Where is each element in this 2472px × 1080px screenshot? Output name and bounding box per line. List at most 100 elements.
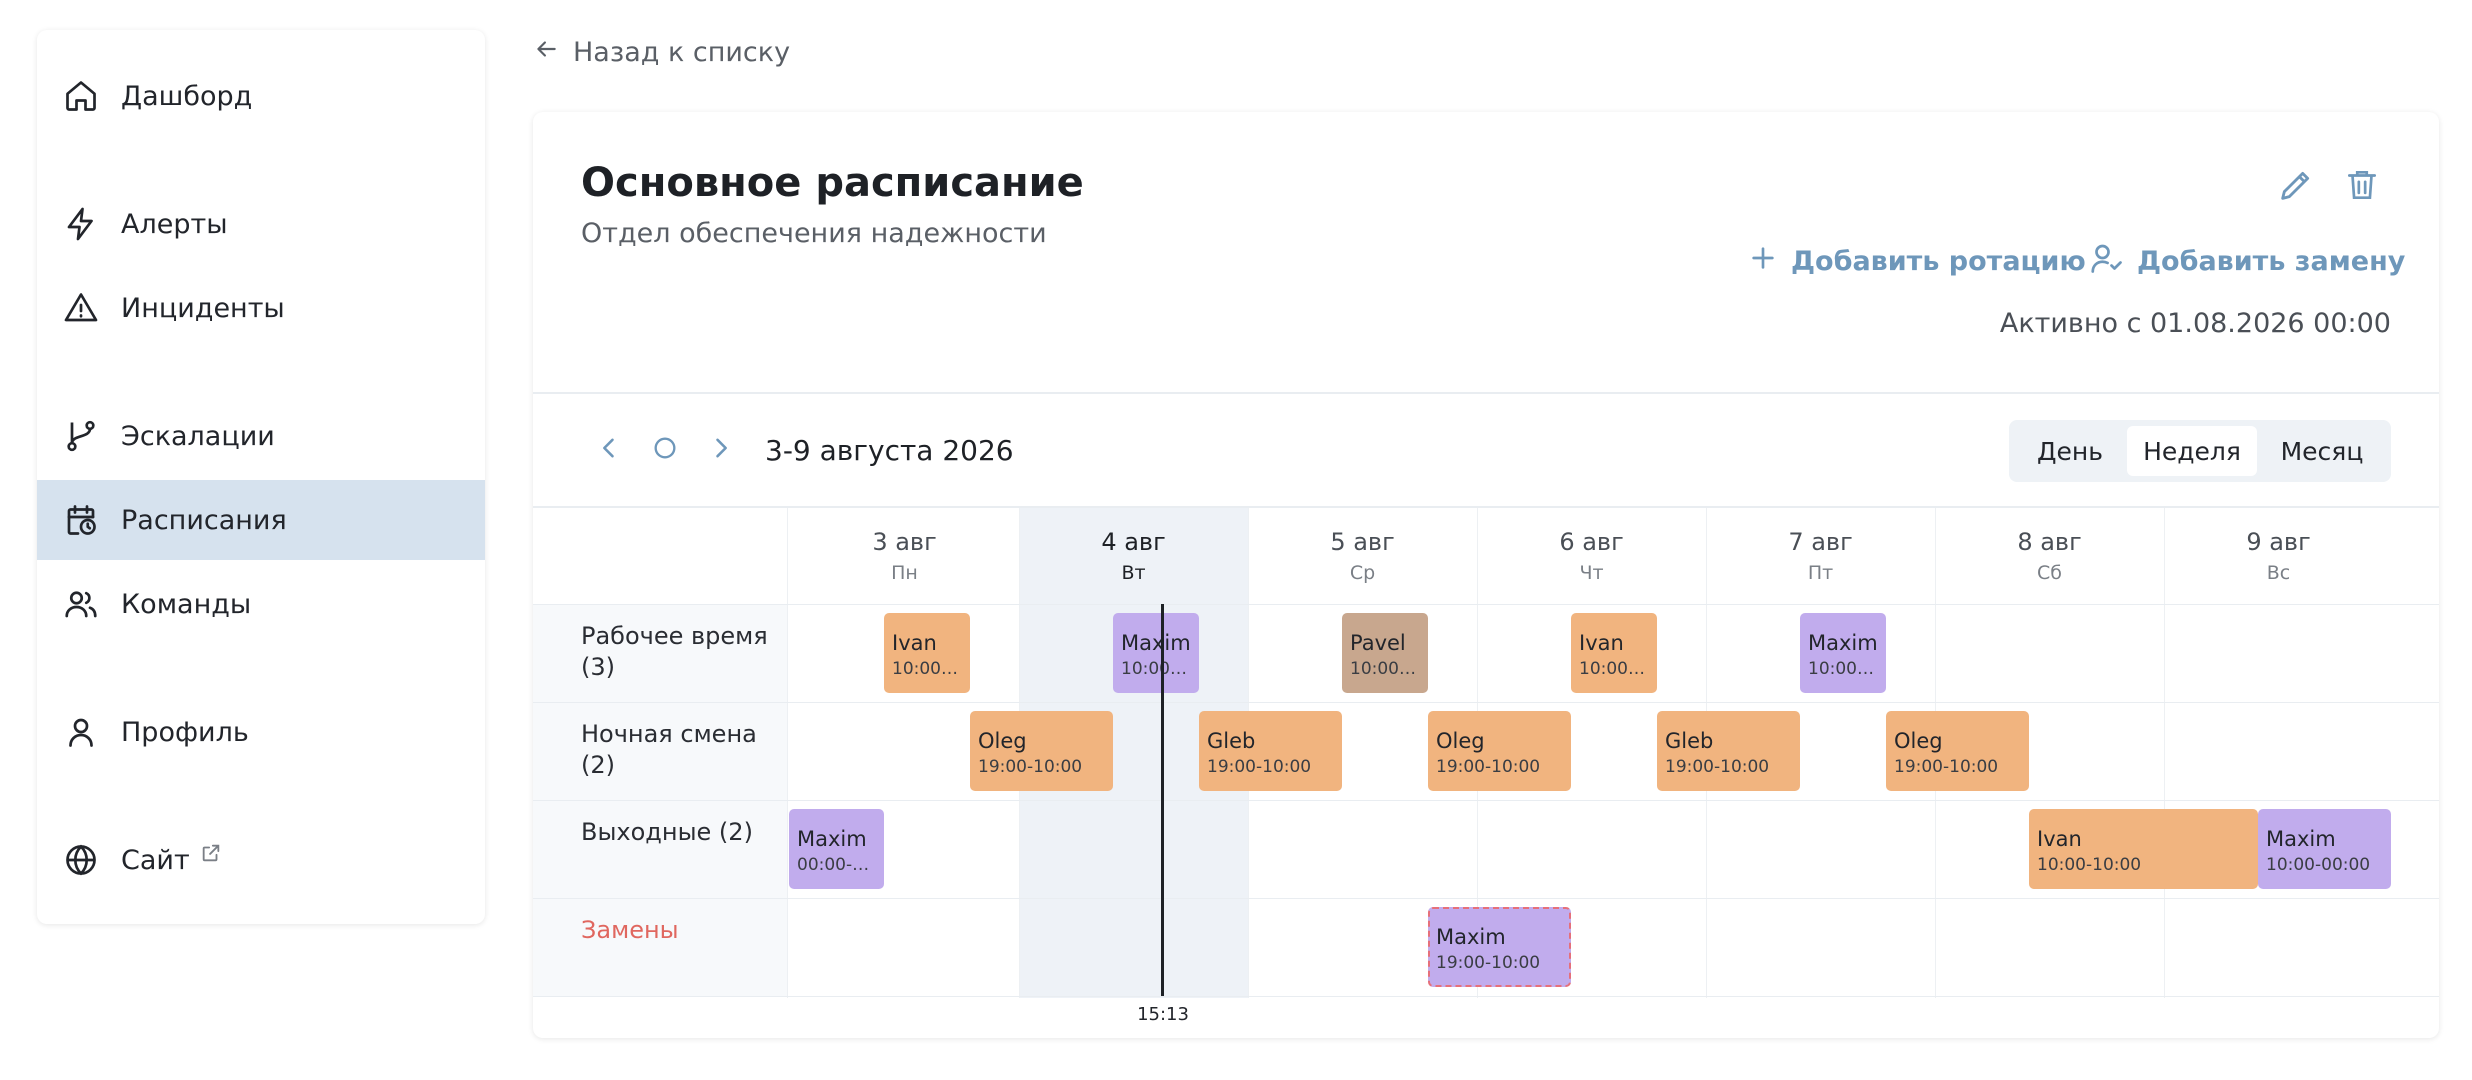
- day-header-today: 4 авг Вт: [1019, 528, 1248, 584]
- day-date: 6 авг: [1559, 528, 1624, 556]
- day-header: 3 авг Пн: [790, 528, 1019, 584]
- shift-person: Oleg: [1436, 729, 1485, 753]
- grid-line: [533, 898, 2439, 899]
- shift-person: Gleb: [1207, 729, 1256, 753]
- sidebar-item-label: Команды: [121, 588, 252, 620]
- day-header: 9 авг Вс: [2164, 528, 2393, 584]
- grid-line: [533, 800, 2439, 801]
- day-weekday: Сб: [2037, 562, 2062, 584]
- shift-time: 19:00-10:00: [1207, 757, 1312, 777]
- lightning-icon: [61, 204, 101, 244]
- schedule-card: Основное расписание Отдел обеспечения на…: [533, 112, 2439, 1038]
- shift-block[interactable]: Oleg 19:00-10:00: [1886, 711, 2029, 791]
- calendar-toolbar: 3-9 августа 2026 День Неделя Месяц: [533, 394, 2439, 506]
- next-week-button[interactable]: [701, 430, 741, 470]
- sidebar-item-schedules[interactable]: Расписания: [37, 480, 485, 560]
- row-label-weekends: Выходные (2): [581, 818, 753, 846]
- shift-block[interactable]: Maxim 10:00-00:00: [2258, 809, 2391, 889]
- shift-block[interactable]: Maxim 10:00-1...: [1113, 613, 1199, 693]
- shift-person: Oleg: [978, 729, 1027, 753]
- globe-icon: [61, 840, 101, 880]
- day-date: 5 авг: [1330, 528, 1395, 556]
- sidebar-item-label: Инциденты: [121, 292, 285, 324]
- sidebar-item-site[interactable]: Сайт: [37, 820, 485, 900]
- shift-person: Maxim: [2266, 827, 2336, 851]
- pencil-icon: [2276, 165, 2316, 209]
- shift-block[interactable]: Oleg 19:00-10:00: [1428, 711, 1571, 791]
- grid-line: [787, 508, 788, 998]
- override-block[interactable]: Maxim 19:00-10:00: [1428, 907, 1571, 987]
- page-title: Основное расписание: [581, 160, 1084, 206]
- shift-time: 19:00-10:00: [978, 757, 1083, 777]
- row-label-work-hours: Рабочее время (3): [581, 622, 768, 681]
- day-weekday: Чт: [1579, 562, 1604, 584]
- arrow-left-icon: [533, 36, 573, 69]
- shift-person: Ivan: [1579, 631, 1624, 655]
- day-header: 5 авг Ср: [1248, 528, 1477, 584]
- view-month-button[interactable]: Месяц: [2259, 426, 2385, 476]
- view-week-button[interactable]: Неделя: [2127, 426, 2257, 476]
- delete-button[interactable]: [2339, 164, 2385, 210]
- chevron-right-icon: [707, 434, 735, 466]
- add-rotation-label: Добавить ротацию: [1791, 245, 2086, 277]
- sidebar-item-profile[interactable]: Профиль: [37, 692, 485, 772]
- current-time-label: 15:13: [1137, 1004, 1189, 1025]
- add-rotation-button[interactable]: Добавить ротацию: [1747, 238, 2086, 284]
- shift-time: 00:00-1...: [797, 855, 876, 875]
- row-label-night-shift: Ночная смена (2): [581, 720, 757, 779]
- user-icon: [61, 712, 101, 752]
- active-since: Активно с 01.08.2026 00:00: [1999, 308, 2391, 339]
- date-range: 3-9 августа 2026: [765, 434, 1014, 467]
- shift-time: 10:00-1...: [1121, 659, 1191, 679]
- home-icon: [61, 76, 101, 116]
- day-date: 9 авг: [2246, 528, 2311, 556]
- shift-time: 19:00-10:00: [1894, 757, 1999, 777]
- page-subtitle: Отдел обеспечения надежности: [581, 218, 1047, 249]
- shift-time: 10:00-1...: [892, 659, 962, 679]
- trash-icon: [2343, 166, 2381, 208]
- view-day-button[interactable]: День: [2015, 426, 2125, 476]
- sidebar-item-incidents[interactable]: Инциденты: [37, 268, 485, 348]
- edit-button[interactable]: [2273, 164, 2319, 210]
- shift-block[interactable]: Oleg 19:00-10:00: [970, 711, 1113, 791]
- shift-block[interactable]: Maxim 00:00-1...: [789, 809, 884, 889]
- shift-time: 10:00-00:00: [2266, 855, 2371, 875]
- user-check-icon: [2089, 240, 2137, 283]
- shift-person: Maxim: [797, 827, 867, 851]
- shift-block[interactable]: Maxim 10:00-1...: [1800, 613, 1886, 693]
- sidebar-item-label: Дашборд: [121, 80, 253, 112]
- today-button[interactable]: [645, 430, 685, 470]
- view-switcher: День Неделя Месяц: [2009, 420, 2391, 482]
- prev-week-button[interactable]: [589, 430, 629, 470]
- circle-icon: [651, 434, 679, 466]
- shift-block[interactable]: Gleb 19:00-10:00: [1657, 711, 1800, 791]
- shift-time: 10:00-1...: [1808, 659, 1878, 679]
- day-weekday: Вт: [1121, 562, 1146, 584]
- shift-person: Maxim: [1808, 631, 1878, 655]
- sidebar-item-teams[interactable]: Команды: [37, 564, 485, 644]
- day-header: 7 авг Пт: [1706, 528, 1935, 584]
- sidebar: Дашборд Алерты Инциденты Эскалации Распи…: [37, 30, 485, 924]
- shift-time: 19:00-10:00: [1436, 953, 1541, 973]
- shift-person: Pavel: [1350, 631, 1406, 655]
- shift-time: 19:00-10:00: [1436, 757, 1541, 777]
- shift-block[interactable]: Ivan 10:00-1...: [884, 613, 970, 693]
- shift-block[interactable]: Pavel 10:00-1...: [1342, 613, 1428, 693]
- day-weekday: Вс: [2266, 562, 2291, 584]
- sidebar-item-dashboard[interactable]: Дашборд: [37, 56, 485, 136]
- warning-icon: [61, 288, 101, 328]
- sidebar-item-escalations[interactable]: Эскалации: [37, 396, 485, 476]
- shift-block[interactable]: Gleb 19:00-10:00: [1199, 711, 1342, 791]
- row-label-overrides: Замены: [581, 916, 679, 944]
- grid-line: [533, 702, 2439, 703]
- sidebar-item-alerts[interactable]: Алерты: [37, 184, 485, 264]
- sidebar-item-label: Эскалации: [121, 420, 275, 452]
- back-link-label: Назад к списку: [573, 36, 791, 68]
- add-override-button[interactable]: Добавить замену: [2089, 238, 2405, 284]
- shift-block[interactable]: Ivan 10:00-1...: [1571, 613, 1657, 693]
- back-link[interactable]: Назад к списку: [533, 30, 790, 74]
- plus-icon: [1747, 242, 1791, 281]
- shift-block[interactable]: Ivan 10:00-10:00: [2029, 809, 2258, 889]
- shift-time: 10:00-10:00: [2037, 855, 2142, 875]
- branch-icon: [61, 416, 101, 456]
